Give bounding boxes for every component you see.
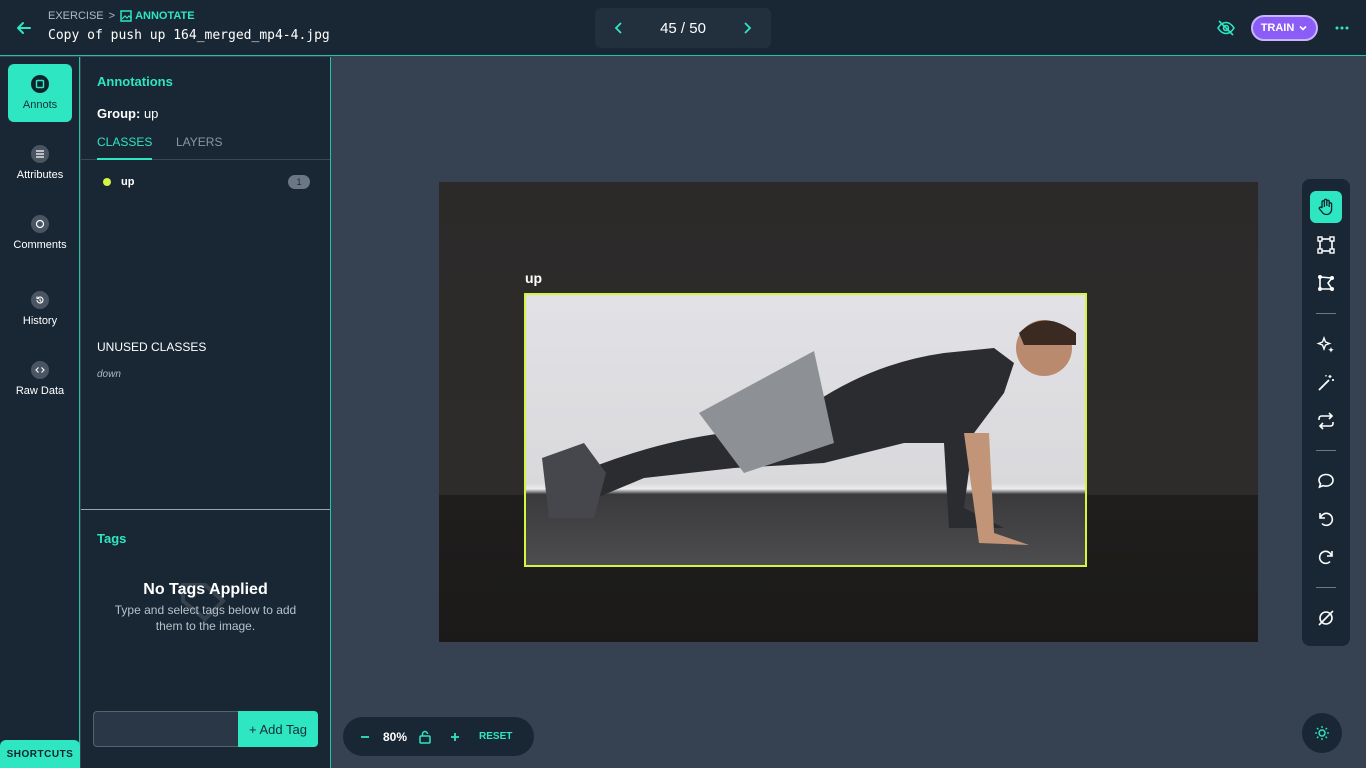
unused-classes-heading: UNUSED CLASSES: [97, 340, 207, 354]
panel-divider: [81, 509, 330, 510]
minus-icon: [361, 735, 369, 738]
annotation-bounding-box[interactable]: [524, 293, 1087, 567]
undo-button[interactable]: [1310, 503, 1342, 535]
annotation-canvas-image[interactable]: up: [439, 182, 1258, 642]
redo-icon: [1318, 550, 1333, 565]
image-counter: 45 / 50: [660, 19, 706, 37]
breadcrumb-separator: >: [108, 10, 116, 22]
tab-classes[interactable]: CLASSES: [97, 135, 152, 160]
polygon-tool-button[interactable]: [1310, 267, 1342, 299]
breadcrumb-project[interactable]: EXERCISE: [48, 10, 104, 22]
add-tag-button[interactable]: + Add Tag: [238, 711, 318, 747]
brightness-button[interactable]: [1302, 713, 1342, 753]
previous-image-button[interactable]: [609, 18, 629, 38]
unused-class-item[interactable]: down: [97, 369, 121, 380]
sidebar-item-label: Raw Data: [15, 385, 65, 397]
class-name: up: [121, 176, 135, 188]
tool-palette: [1302, 179, 1350, 646]
sidebar-item-comments[interactable]: Comments: [8, 204, 72, 262]
square-annotation-icon: [31, 75, 49, 93]
breadcrumb-mode: ANNOTATE: [135, 10, 195, 22]
zoom-controls: 80% RESET: [343, 717, 534, 756]
repeat-annotation-button[interactable]: [1310, 405, 1342, 437]
sidebar-item-attributes[interactable]: Attributes: [8, 134, 72, 192]
sun-icon: [1315, 726, 1329, 740]
zoom-level: 80%: [383, 729, 408, 744]
comment-icon: [1318, 473, 1334, 489]
tag-input[interactable]: [93, 711, 239, 747]
class-color-dot: [103, 178, 111, 186]
train-label: TRAIN: [1260, 22, 1295, 34]
group-label: Group:: [97, 106, 141, 121]
left-sidebar: Annots Attributes Comments History Raw D…: [0, 57, 80, 768]
magic-wand-icon: [1318, 375, 1334, 391]
smart-polygon-tool-button[interactable]: [1310, 329, 1342, 361]
next-image-button[interactable]: [737, 18, 757, 38]
annotations-panel: Annotations Group: up CLASSES LAYERS up …: [81, 57, 331, 768]
sidebar-item-label: Annots: [22, 99, 58, 111]
history-icon: [31, 291, 49, 309]
sidebar-item-label: Attributes: [16, 169, 64, 181]
sidebar-item-annots[interactable]: Annots: [8, 64, 72, 122]
drag-tool-button[interactable]: [1310, 191, 1342, 223]
no-tags-description: Type and select tags below to add them t…: [114, 603, 297, 633]
zoom-in-button[interactable]: [443, 725, 467, 749]
toolbar-separator: [1316, 587, 1336, 588]
repeat-icon: [1318, 412, 1334, 430]
no-tags-title: No Tags Applied: [143, 581, 268, 598]
chevron-down-icon: [1299, 25, 1307, 31]
sidebar-item-label: History: [22, 315, 58, 327]
sidebar-item-raw-data[interactable]: Raw Data: [8, 350, 72, 408]
breadcrumb-annotate: ANNOTATE: [120, 10, 195, 22]
chevron-left-icon: [614, 22, 622, 34]
image-icon: [120, 10, 132, 22]
null-circle-icon: [1318, 610, 1334, 626]
more-horizontal-icon: [1335, 26, 1349, 30]
file-name: Copy of push up 164_merged_mp4-4.jpg: [48, 28, 330, 43]
chevron-right-icon: [744, 22, 752, 34]
zoom-out-button[interactable]: [353, 725, 377, 749]
shortcuts-button[interactable]: SHORTCUTS: [0, 740, 80, 768]
bounding-box-tool-button[interactable]: [1310, 229, 1342, 261]
more-options-button[interactable]: [1332, 18, 1352, 38]
redo-button[interactable]: [1310, 541, 1342, 573]
comment-tool-button[interactable]: [1310, 465, 1342, 497]
class-count-badge: 1: [288, 175, 310, 189]
polygon-icon: [1318, 275, 1334, 291]
null-tool-button[interactable]: [1310, 602, 1342, 634]
unlock-icon: [419, 730, 431, 744]
image-pager: 45 / 50: [595, 8, 771, 48]
sidebar-item-history[interactable]: History: [8, 280, 72, 338]
code-icon: [31, 361, 49, 379]
comment-icon: [31, 215, 49, 233]
sparkle-icon: [1316, 336, 1334, 353]
magic-wand-tool-button[interactable]: [1310, 367, 1342, 399]
zoom-reset-button[interactable]: RESET: [479, 731, 512, 742]
panel-tabs: CLASSES LAYERS: [81, 135, 330, 160]
hand-icon: [1318, 198, 1333, 216]
tags-heading: Tags: [97, 531, 127, 546]
zoom-lock-button[interactable]: [413, 725, 437, 749]
sidebar-item-label: Comments: [13, 239, 67, 251]
train-button[interactable]: TRAIN: [1251, 15, 1318, 41]
top-bar: EXERCISE > ANNOTATE Copy of push up 164_…: [0, 0, 1366, 56]
toolbar-separator: [1316, 313, 1336, 314]
list-icon: [31, 145, 49, 163]
plus-icon: [451, 732, 460, 741]
panel-title: Annotations: [97, 74, 173, 89]
breadcrumb: EXERCISE > ANNOTATE: [48, 10, 195, 22]
back-arrow-icon[interactable]: [14, 18, 34, 38]
group-value: up: [143, 106, 159, 121]
class-item-up[interactable]: up 1: [97, 174, 311, 190]
annotation-label: up: [525, 270, 543, 286]
hide-annotations-icon[interactable]: [1216, 18, 1236, 38]
tab-layers[interactable]: LAYERS: [176, 135, 222, 160]
toolbar-separator: [1316, 450, 1336, 451]
bounding-box-icon: [1317, 236, 1335, 254]
group-heading: Group: up: [97, 106, 158, 121]
undo-icon: [1319, 512, 1334, 527]
